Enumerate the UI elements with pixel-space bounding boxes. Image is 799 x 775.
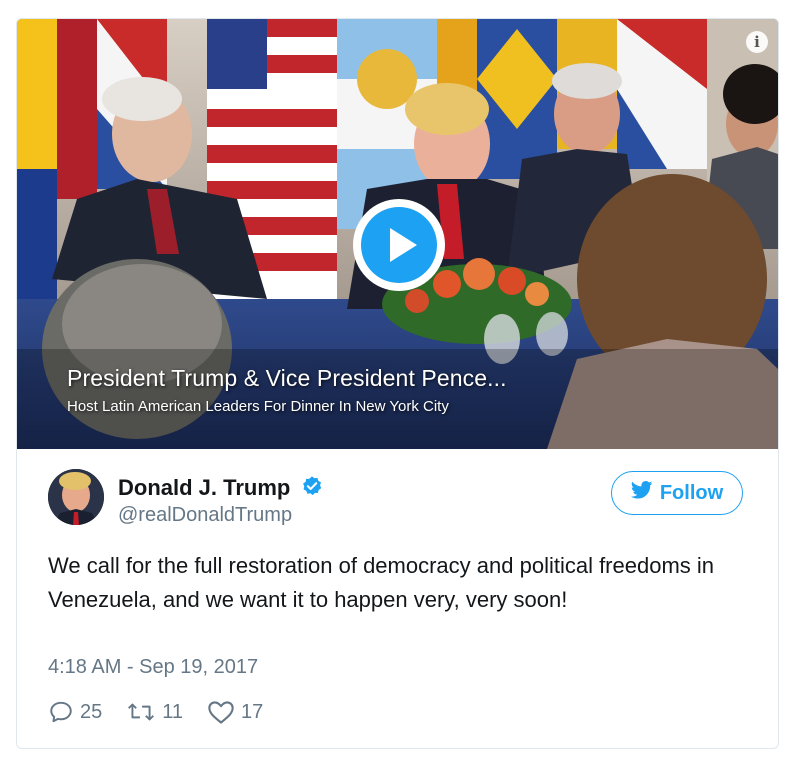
- tweet-text: We call for the full restoration of demo…: [48, 553, 715, 612]
- video-player[interactable]: i President Trump & Vice President Pence…: [17, 19, 778, 449]
- info-icon[interactable]: i: [746, 31, 768, 53]
- follow-button[interactable]: Follow: [611, 471, 743, 515]
- play-icon: [361, 207, 437, 283]
- tweet-timestamp[interactable]: 4:18 AM - Sep 19, 2017: [48, 656, 258, 679]
- author-name[interactable]: Donald J. Trump: [118, 475, 290, 500]
- like-count: 17: [241, 700, 264, 723]
- retweet-icon: [128, 703, 155, 721]
- tweet-card: i President Trump & Vice President Pence…: [16, 18, 779, 749]
- verified-badge-icon: [301, 475, 323, 502]
- play-button[interactable]: [353, 199, 445, 291]
- retweet-count: 11: [162, 700, 184, 723]
- reply-action[interactable]: 25: [48, 699, 102, 725]
- follow-label: Follow: [659, 481, 724, 504]
- avatar[interactable]: [48, 469, 104, 525]
- tweet-actions: 25 11 17: [48, 699, 287, 725]
- heart-icon: [208, 701, 234, 724]
- twitter-bird-icon: [630, 481, 653, 505]
- author-handle[interactable]: @realDonaldTrump: [118, 504, 292, 527]
- name-row: Donald J. Trump: [118, 475, 323, 502]
- reply-icon: [50, 701, 72, 723]
- video-caption-subtitle: Host Latin American Leaders For Dinner I…: [67, 398, 449, 415]
- video-caption-title: President Trump & Vice President Pence..…: [67, 365, 507, 391]
- retweet-action[interactable]: 11: [126, 699, 183, 725]
- reply-count: 25: [80, 700, 103, 723]
- video-caption: President Trump & Vice President Pence..…: [67, 365, 507, 415]
- like-action[interactable]: 17: [207, 699, 263, 725]
